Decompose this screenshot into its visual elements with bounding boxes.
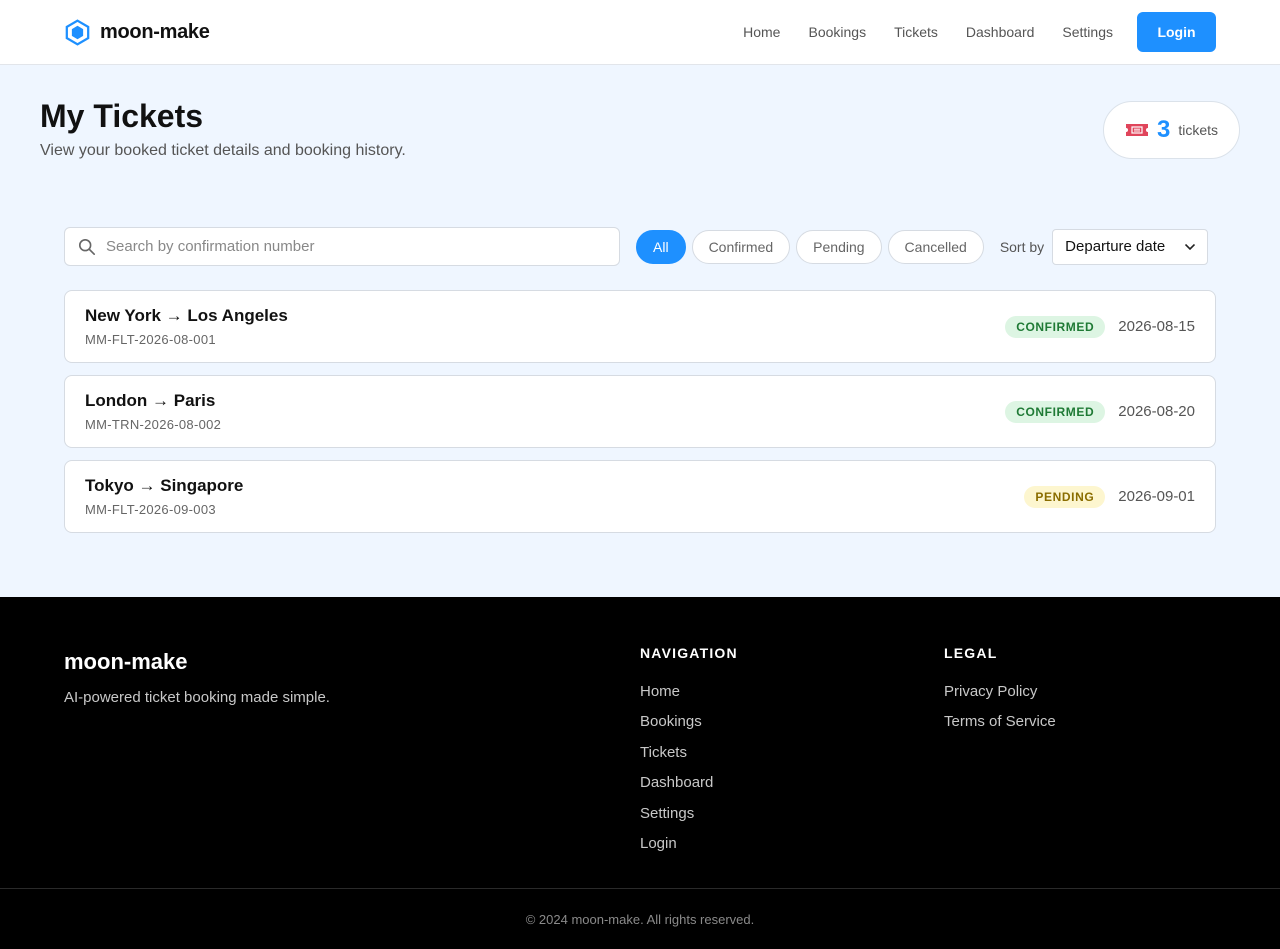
footer-link-tickets[interactable]: Tickets (640, 744, 738, 774)
footer-copyright: © 2024 moon-make. All rights reserved. (0, 888, 1280, 949)
search-input[interactable] (106, 238, 586, 255)
chevron-down-icon (1185, 243, 1196, 250)
page-subtitle: View your booked ticket details and book… (40, 142, 406, 159)
footer-link-home[interactable]: Home (640, 683, 738, 713)
ticket-count-label: tickets (1178, 122, 1219, 138)
ticket-confirmation-number: MM-FLT-2026-08-001 (85, 332, 216, 347)
footer-link-dashboard[interactable]: Dashboard (640, 774, 738, 804)
status-badge: CONFIRMED (1005, 315, 1106, 338)
footer-link-terms-of-service[interactable]: Terms of Service (944, 713, 1056, 743)
footer-legal-heading: LEGAL (944, 645, 998, 661)
main-nav: Home Bookings Tickets Dashboard Settings… (743, 12, 1216, 52)
ticket-confirmation-number: MM-FLT-2026-09-003 (85, 502, 216, 517)
footer-link-login[interactable]: Login (640, 835, 738, 865)
footer-legal: LEGAL Privacy Policy Terms of Service (944, 645, 1056, 744)
brand-name: moon-make (100, 20, 210, 43)
nav-link-dashboard[interactable]: Dashboard (966, 24, 1035, 40)
footer-tagline: AI-powered ticket booking made simple. (64, 689, 330, 706)
ticket-card[interactable]: Tokyo → Singapore MM-FLT-2026-09-003 PEN… (64, 460, 1216, 533)
ticket-list: New York → Los Angeles MM-FLT-2026-08-00… (64, 290, 1216, 545)
filter-chip-pending[interactable]: Pending (796, 229, 882, 264)
top-navigation-bar: moon-make Home Bookings Tickets Dashboar… (0, 0, 1280, 65)
ticket-route: London → Paris (85, 391, 216, 410)
status-badge: CONFIRMED (1005, 400, 1106, 423)
sort-select[interactable]: Departure date (1052, 228, 1209, 265)
status-badge: PENDING (1024, 485, 1106, 508)
search-icon (78, 238, 96, 255)
footer: moon-make AI-powered ticket booking made… (0, 597, 1280, 949)
ticket-route: Tokyo → Singapore (85, 476, 244, 495)
footer-brand: moon-make (64, 649, 188, 674)
footer-link-privacy-policy[interactable]: Privacy Policy (944, 683, 1056, 713)
nav-link-settings[interactable]: Settings (1062, 24, 1113, 40)
ticket-date: 2026-08-20 (1118, 403, 1195, 420)
sort-label: Sort by (999, 238, 1045, 255)
ticket-icon (1125, 124, 1148, 136)
ticket-card[interactable]: New York → Los Angeles MM-FLT-2026-08-00… (64, 290, 1216, 363)
login-button[interactable]: Login (1137, 12, 1216, 52)
ticket-count-badge: 3 tickets (1103, 101, 1240, 159)
status-filter-chips: All Confirmed Pending Cancelled (636, 229, 990, 264)
filter-bar: All Confirmed Pending Cancelled Sort by … (64, 227, 1216, 266)
hexagon-logo-icon (65, 18, 90, 46)
sort-selected-value: Departure date (1065, 238, 1166, 255)
footer-link-settings[interactable]: Settings (640, 805, 738, 835)
ticket-route: New York → Los Angeles (85, 306, 288, 325)
ticket-card[interactable]: London → Paris MM-TRN-2026-08-002 CONFIR… (64, 375, 1216, 448)
brand[interactable]: moon-make (64, 18, 210, 46)
nav-link-bookings[interactable]: Bookings (808, 24, 866, 40)
filter-chip-all[interactable]: All (636, 229, 686, 264)
ticket-date: 2026-08-15 (1118, 318, 1195, 335)
nav-link-home[interactable]: Home (743, 24, 780, 40)
filter-chip-cancelled[interactable]: Cancelled (887, 229, 984, 264)
footer-navigation: NAVIGATION Home Bookings Tickets Dashboa… (640, 645, 738, 865)
main-content: My Tickets View your booked ticket detai… (0, 65, 1280, 597)
ticket-confirmation-number: MM-TRN-2026-08-002 (85, 417, 222, 432)
footer-nav-heading: NAVIGATION (640, 645, 738, 661)
search-box[interactable] (64, 227, 620, 266)
footer-link-bookings[interactable]: Bookings (640, 713, 738, 743)
filter-chip-confirmed[interactable]: Confirmed (691, 229, 791, 264)
ticket-count: 3 (1156, 116, 1171, 143)
nav-link-tickets[interactable]: Tickets (894, 24, 938, 40)
ticket-date: 2026-09-01 (1118, 488, 1195, 505)
page-title: My Tickets (40, 98, 204, 134)
